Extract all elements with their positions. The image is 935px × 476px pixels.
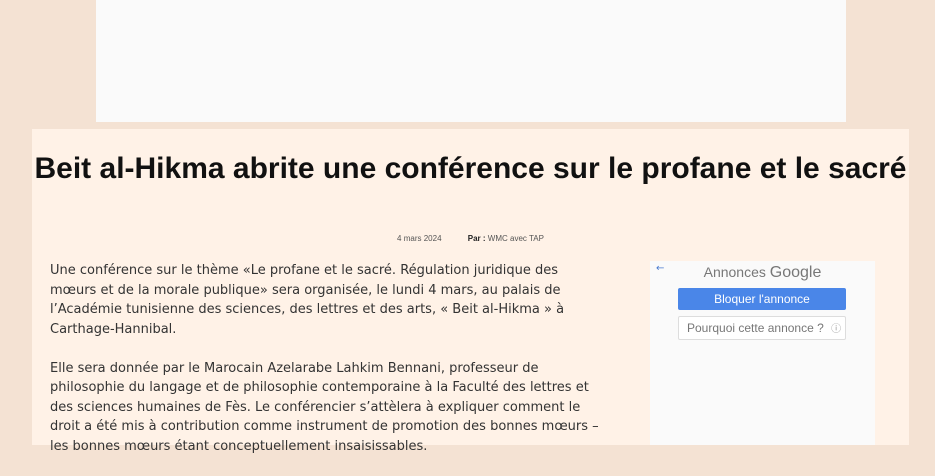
- article-paragraph: Une conférence sur le thème «Le profane …: [50, 263, 565, 337]
- ad-header: Annonces Google: [650, 264, 875, 282]
- author-label: Par :: [467, 234, 486, 243]
- top-ad-banner[interactable]: [96, 0, 846, 122]
- google-logo: Google: [769, 264, 822, 281]
- article-card: Beit al-Hikma abrite une conférence sur …: [32, 129, 909, 454]
- article-meta: 4 mars 2024 Par : WMC avec TAP: [32, 234, 909, 243]
- article-title: Beit al-Hikma abrite une conférence sur …: [34, 152, 907, 185]
- article-paragraph: Elle sera donnée par le Marocain Azelara…: [50, 360, 599, 454]
- info-icon: ⓘ: [831, 324, 842, 335]
- why-this-ad-label: Pourquoi cette annonce ?: [687, 321, 824, 335]
- block-ad-button[interactable]: Bloquer l'annonce: [678, 288, 846, 310]
- article-body: Une conférence sur le thème «Le profane …: [50, 261, 600, 476]
- article-author: WMC avec TAP: [487, 234, 544, 243]
- why-this-ad-button[interactable]: Pourquoi cette annonce ? ⓘ: [678, 316, 846, 340]
- article-date: 4 mars 2024: [397, 234, 442, 243]
- annonces-label: Annonces: [703, 264, 766, 280]
- sidebar-ad: ← Annonces Google Bloquer l'annonce Pour…: [650, 261, 875, 445]
